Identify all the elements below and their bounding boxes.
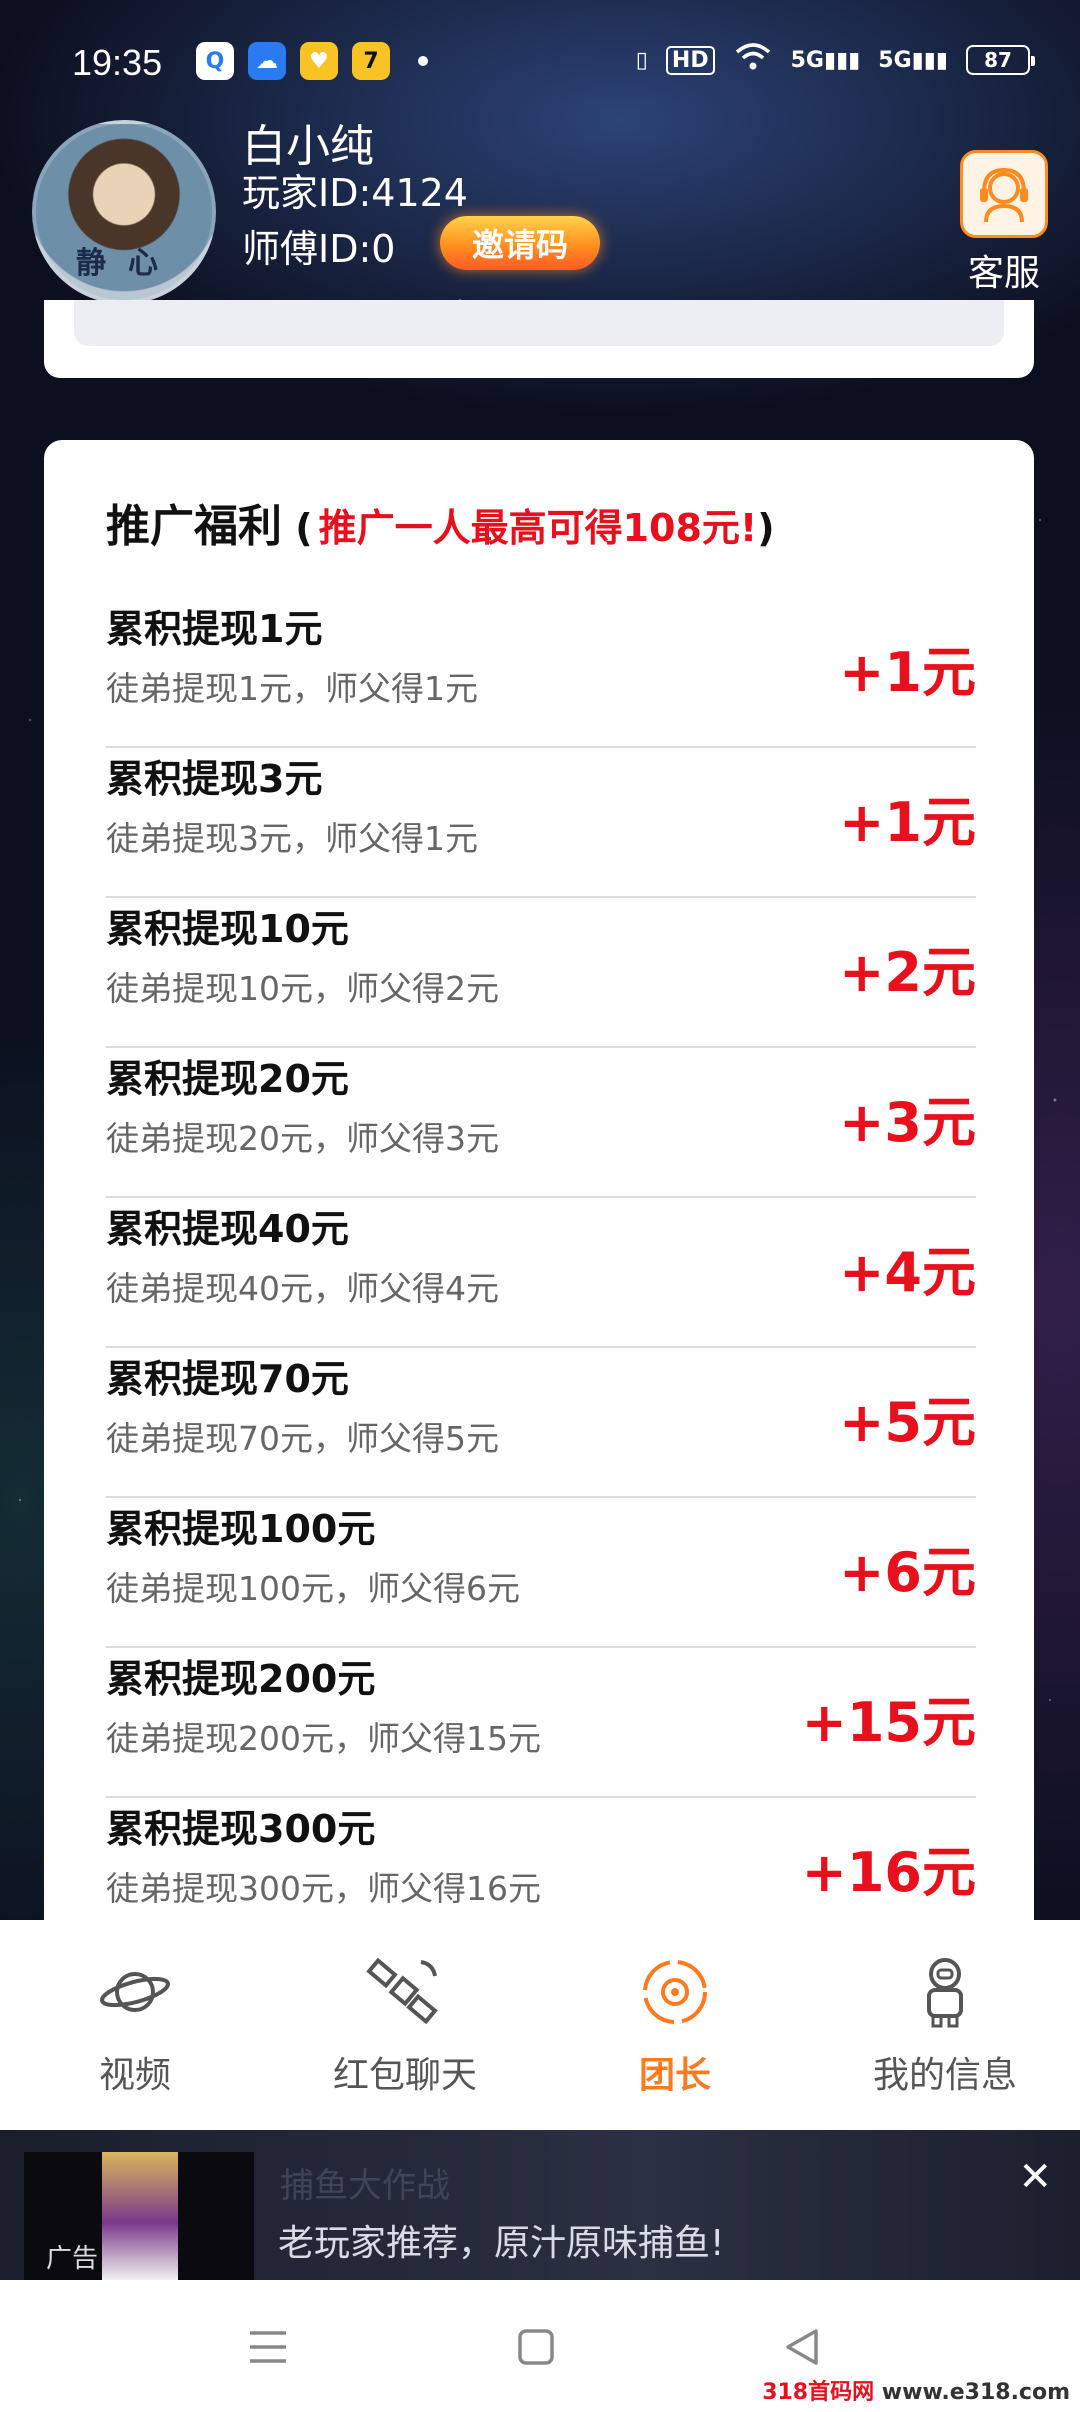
card-title: 推广福利 (推广一人最高可得108元!) <box>106 490 775 554</box>
reward-item: 累积提现3元 徒弟提现3元，师父得1元 +1元 <box>106 748 976 898</box>
card-title-paren-close: ) <box>757 506 775 550</box>
signal-icon-2: 5G▮▮▮ <box>878 47 948 73</box>
ad-title: 捕鱼大作战 <box>280 2166 450 2206</box>
network-type-1: 5G <box>790 47 824 73</box>
invite-code-button[interactable]: 邀请码 <box>440 216 600 270</box>
player-id: 玩家ID:4124 <box>242 171 468 215</box>
reward-amount: +16元 <box>801 1841 976 1904</box>
avatar-calligraphy: 静心 <box>76 246 180 281</box>
previous-card-inner <box>74 300 1004 346</box>
customer-service-button[interactable]: 客服 <box>958 150 1050 296</box>
card-title-paren-open: ( <box>282 506 313 550</box>
reward-title: 累积提现200元 <box>106 1657 376 1701</box>
status-right-group: ▯ HD 5G▮▮▮ 5G▮▮▮ 87 <box>635 42 1035 78</box>
reward-item: 累积提现300元 徒弟提现300元，师父得16元 +16元 <box>106 1798 976 1940</box>
card-title-main: 推广福利 <box>106 490 282 554</box>
reward-desc: 徒弟提现200元，师父得15元 <box>106 1719 541 1758</box>
reward-amount: +3元 <box>839 1091 976 1154</box>
ad-banner[interactable]: 广告 捕鱼大作战 老玩家推荐，原汁原味捕鱼! ✕ <box>0 2130 1080 2280</box>
reward-title: 累积提现10元 <box>106 907 349 951</box>
master-id: 师傅ID:0 <box>242 227 396 271</box>
reward-desc: 徒弟提现10元，师父得2元 <box>106 969 499 1008</box>
reward-item: 累积提现10元 徒弟提现10元，师父得2元 +2元 <box>106 898 976 1048</box>
bottom-tab-bar: 视频 红包聊天 团长 我的信息 <box>0 1920 1080 2130</box>
reward-title: 累积提现300元 <box>106 1807 376 1851</box>
promotion-rewards-card: 推广福利 (推广一人最高可得108元!) 累积提现1元 徒弟提现1元，师父得1元… <box>44 440 1034 1940</box>
headset-icon <box>960 150 1048 238</box>
previous-card <box>44 300 1034 378</box>
watermark-url: www.e318.com <box>881 2380 1070 2405</box>
home-icon[interactable] <box>506 2322 566 2372</box>
reward-list: 累积提现1元 徒弟提现1元，师父得1元 +1元 累积提现3元 徒弟提现3元，师父… <box>106 598 976 1940</box>
reward-item: 累积提现70元 徒弟提现70元，师父得5元 +5元 <box>106 1348 976 1498</box>
avatar[interactable]: 静心 <box>32 120 216 304</box>
reward-title: 累积提现1元 <box>106 607 323 651</box>
tab-video[interactable]: 视频 <box>15 1952 255 2098</box>
watermark: 318首码网 www.e318.com <box>762 2374 1070 2406</box>
profile-header: 静心 白小纯 玩家ID:4124 师傅ID:0 邀请码 客服 <box>0 110 1080 330</box>
reward-item: 累积提现20元 徒弟提现20元，师父得3元 +3元 <box>106 1048 976 1198</box>
reward-desc: 徒弟提现70元，师父得5元 <box>106 1419 499 1458</box>
tab-label: 视频 <box>98 2055 171 2096</box>
planet-icon <box>95 1952 175 2032</box>
battery-icon: 87 <box>966 45 1035 75</box>
network-type-2: 5G <box>878 47 912 73</box>
watermark-site: 318首码网 <box>762 2380 875 2405</box>
cloud-app-icon: ☁ <box>248 42 286 80</box>
ad-thumbnail-image <box>102 2152 178 2280</box>
satellite-icon <box>365 1952 445 2032</box>
reward-amount: +1元 <box>839 641 976 704</box>
reward-desc: 徒弟提现300元，师父得16元 <box>106 1869 541 1908</box>
reward-amount: +5元 <box>839 1391 976 1454</box>
reward-desc: 徒弟提现3元，师父得1元 <box>106 819 478 858</box>
tab-red-packet-chat[interactable]: 红包聊天 <box>285 1952 525 2098</box>
reward-amount: +6元 <box>839 1541 976 1604</box>
wifi-icon <box>733 42 773 78</box>
tab-label: 红包聊天 <box>332 2055 477 2096</box>
reward-amount: +2元 <box>839 941 976 1004</box>
battery-level: 87 <box>984 48 1012 72</box>
reward-desc: 徒弟提现20元，师父得3元 <box>106 1119 499 1158</box>
tab-label: 我的信息 <box>872 2055 1017 2096</box>
reward-title: 累积提现100元 <box>106 1507 376 1551</box>
reward-desc: 徒弟提现40元，师父得4元 <box>106 1269 499 1308</box>
close-icon[interactable]: ✕ <box>1018 2154 1052 2200</box>
reward-item: 累积提现40元 徒弟提现40元，师父得4元 +4元 <box>106 1198 976 1348</box>
status-bar: 19:35 Q ☁ ♥ 7 ▯ HD 5G▮▮▮ 5G▮▮▮ 87 <box>0 0 1080 120</box>
search-app-icon: Q <box>196 42 234 80</box>
reward-item: 累积提现1元 徒弟提现1元，师父得1元 +1元 <box>106 598 976 748</box>
service-label: 客服 <box>967 253 1040 294</box>
reward-title: 累积提现3元 <box>106 757 323 801</box>
seven-app-icon: 7 <box>352 42 390 80</box>
astronaut-icon <box>905 1952 985 2032</box>
reward-amount: +4元 <box>839 1241 976 1304</box>
reward-amount: +15元 <box>801 1691 976 1754</box>
tab-team-leader[interactable]: 团长 <box>555 1952 795 2098</box>
reward-desc: 徒弟提现100元，师父得6元 <box>106 1569 520 1608</box>
vibrate-icon: ▯ <box>635 47 648 73</box>
reward-item: 累积提现100元 徒弟提现100元，师父得6元 +6元 <box>106 1498 976 1648</box>
reward-title: 累积提现70元 <box>106 1357 349 1401</box>
ad-thumbnail[interactable]: 广告 <box>24 2152 254 2280</box>
ad-text: 老玩家推荐，原汁原味捕鱼! <box>278 2223 725 2264</box>
status-time: 19:35 <box>72 42 163 83</box>
card-subtitle: 推广一人最高可得108元! <box>318 506 758 550</box>
tab-label: 团长 <box>638 2055 711 2096</box>
signal-icon-1: 5G▮▮▮ <box>790 47 861 73</box>
system-navigation-bar: 318首码网 www.e318.com <box>0 2280 1080 2412</box>
reward-desc: 徒弟提现1元，师父得1元 <box>106 669 478 708</box>
reward-item: 累积提现200元 徒弟提现200元，师父得15元 +15元 <box>106 1648 976 1798</box>
more-notifications-dot <box>418 56 428 66</box>
menu-icon[interactable] <box>238 2322 298 2372</box>
reward-title: 累积提现20元 <box>106 1057 349 1101</box>
back-icon[interactable] <box>772 2322 832 2372</box>
tab-my-info[interactable]: 我的信息 <box>825 1952 1065 2098</box>
reward-amount: +1元 <box>839 791 976 854</box>
ad-tag: 广告 <box>46 2244 99 2274</box>
orbit-icon <box>635 1952 715 2032</box>
reward-title: 累积提现40元 <box>106 1207 349 1251</box>
hd-icon: HD <box>665 45 715 75</box>
heart-app-icon: ♥ <box>300 42 338 80</box>
